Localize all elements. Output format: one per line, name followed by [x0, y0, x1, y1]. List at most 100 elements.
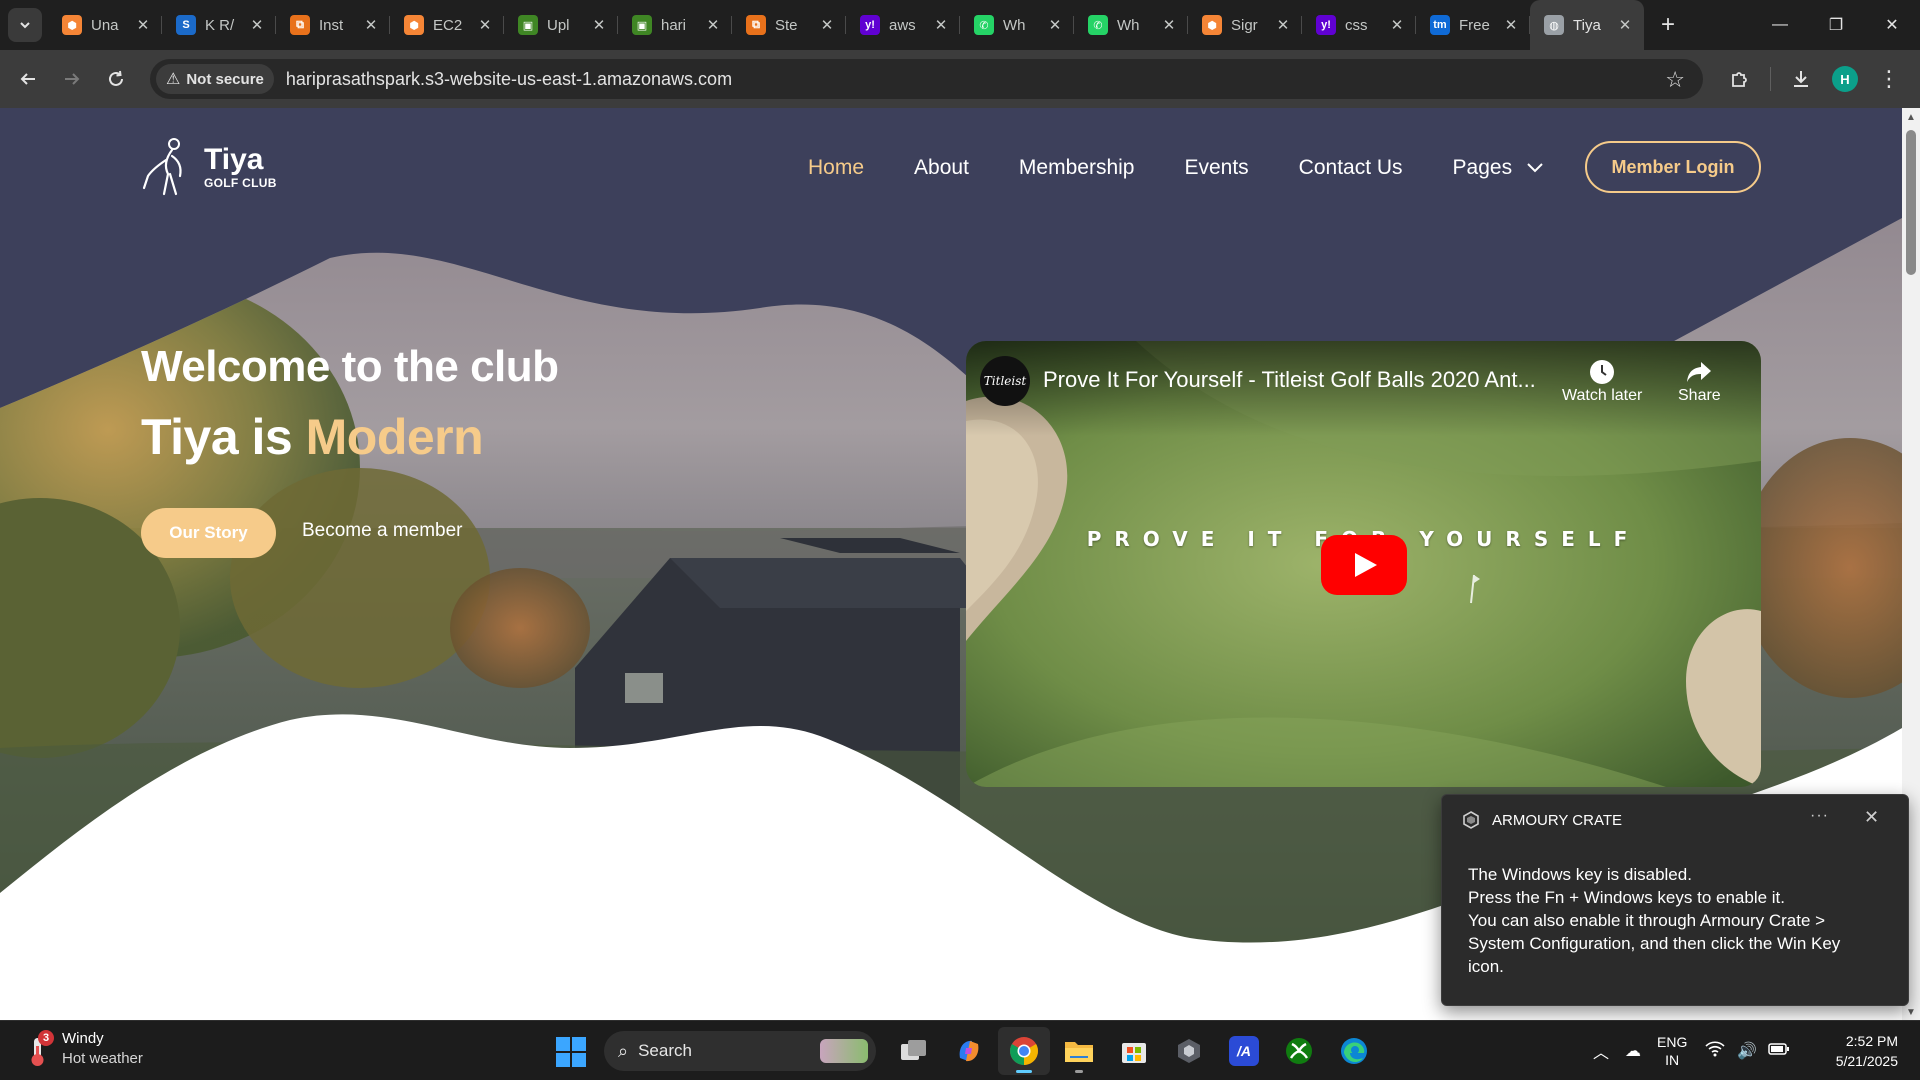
become-member-link[interactable]: Become a member — [302, 520, 463, 542]
armoury-crate-notification[interactable]: ARMOURY CRATE ··· ✕ The Windows key is d… — [1441, 794, 1909, 1006]
puzzle-icon — [1732, 72, 1747, 87]
menu-button[interactable]: ⋮ — [1867, 57, 1911, 101]
close-tab-icon[interactable]: ✕ — [818, 16, 836, 34]
volume-icon[interactable]: 🔊 — [1731, 1041, 1763, 1061]
browser-tab[interactable]: ⬢ EC2 ✕ — [390, 0, 504, 50]
taskbar-task-view[interactable] — [888, 1027, 940, 1075]
close-tab-icon[interactable]: ✕ — [476, 16, 494, 34]
new-tab-button[interactable]: + — [1650, 7, 1686, 43]
browser-tab[interactable]: ⧉ Inst ✕ — [276, 0, 390, 50]
minimize-button[interactable]: — — [1752, 0, 1808, 50]
nav-events[interactable]: Events — [1184, 156, 1248, 180]
taskbar-edge[interactable] — [1328, 1027, 1380, 1075]
close-tab-icon[interactable]: ✕ — [704, 16, 722, 34]
downloads-button[interactable] — [1779, 57, 1823, 101]
aws-cube-icon: ⬢ — [62, 15, 82, 35]
extensions-button[interactable] — [1718, 57, 1762, 101]
close-tab-icon[interactable]: ✕ — [590, 16, 608, 34]
tab-title: Una — [91, 16, 119, 34]
tab-title: Upl — [547, 16, 570, 34]
notification-line: icon. — [1468, 957, 1504, 976]
browser-tab[interactable]: ◍ Tiya ✕ — [1530, 0, 1644, 50]
close-tab-icon[interactable]: ✕ — [1046, 16, 1064, 34]
language-line1: ENG — [1657, 1034, 1688, 1050]
forward-button[interactable] — [50, 57, 94, 101]
close-window-button[interactable]: ✕ — [1864, 0, 1920, 50]
nav-pages[interactable]: Pages — [1453, 156, 1544, 180]
taskbar-clock[interactable]: 2:52 PM 5/21/2025 — [1836, 1031, 1898, 1071]
browser-tab[interactable]: y! aws ✕ — [846, 0, 960, 50]
browser-tab[interactable]: ▣ hari ✕ — [618, 0, 732, 50]
nav-membership[interactable]: Membership — [1019, 156, 1135, 180]
windows-start-icon[interactable] — [556, 1037, 586, 1067]
close-tab-icon[interactable]: ✕ — [1388, 16, 1406, 34]
profile-button[interactable]: H — [1823, 57, 1867, 101]
youtube-video-embed[interactable]: Titleist Prove It For Yourself - Titleis… — [966, 341, 1761, 787]
member-login-button[interactable]: Member Login — [1585, 141, 1761, 193]
video-title[interactable]: Prove It For Yourself - Titleist Golf Ba… — [1043, 367, 1558, 393]
logo-name: Tiya — [204, 143, 264, 176]
tab-title: Inst — [319, 16, 344, 34]
weather-widget[interactable]: 3 Windy Hot weather — [26, 1029, 143, 1069]
battery-icon[interactable] — [1763, 1042, 1795, 1061]
close-tab-icon[interactable]: ✕ — [1616, 16, 1634, 34]
share-button[interactable]: Share — [1678, 357, 1721, 405]
taskbar-search[interactable]: ⌕ Search — [604, 1031, 876, 1071]
cloud-offline-icon[interactable]: ☁ — [1617, 1041, 1649, 1061]
kebab-menu-icon: ⋮ — [1878, 66, 1900, 91]
browser-tab[interactable]: S K R/ ✕ — [162, 0, 276, 50]
close-tab-icon[interactable]: ✕ — [248, 16, 266, 34]
bookmark-star-icon[interactable]: ☆ — [1665, 67, 1685, 93]
taskbar-chrome[interactable] — [998, 1027, 1050, 1075]
hero-subtitle-prefix: Tiya is — [141, 409, 306, 465]
browser-tab[interactable]: y! css ✕ — [1302, 0, 1416, 50]
site-logo[interactable]: Tiya GOLF CLUB — [142, 136, 277, 198]
taskbar-file-explorer[interactable] — [1053, 1027, 1105, 1075]
close-tab-icon[interactable]: ✕ — [932, 16, 950, 34]
scrollbar-thumb[interactable] — [1906, 130, 1916, 275]
our-story-button[interactable]: Our Story — [141, 508, 276, 558]
tab-search-button[interactable] — [8, 8, 42, 42]
site-security-chip[interactable]: ⚠ Not secure — [156, 64, 274, 94]
close-tab-icon[interactable]: ✕ — [134, 16, 152, 34]
notification-more-button[interactable]: ··· — [1810, 807, 1829, 825]
taskbar-xbox[interactable] — [1273, 1027, 1325, 1075]
restore-button[interactable]: ❐ — [1808, 0, 1864, 50]
browser-tab[interactable]: ⧉ Ste ✕ — [732, 0, 846, 50]
wifi-icon[interactable] — [1699, 1040, 1731, 1062]
play-button-icon[interactable] — [1321, 535, 1407, 595]
taskbar-myasus[interactable]: /A — [1218, 1027, 1270, 1075]
close-tab-icon[interactable]: ✕ — [362, 16, 380, 34]
windows-taskbar: 3 Windy Hot weather ⌕ Search /A ︿ ☁ ENG … — [0, 1020, 1920, 1080]
notification-close-button[interactable]: ✕ — [1864, 807, 1879, 828]
folder-icon — [1065, 1042, 1093, 1062]
address-bar[interactable]: ⚠ Not secure hariprasathspark.s3-website… — [150, 59, 1703, 99]
scroll-down-icon[interactable]: ▼ — [1905, 1007, 1917, 1018]
browser-tab[interactable]: tm Free ✕ — [1416, 0, 1530, 50]
s3-bucket-icon: ▣ — [632, 15, 652, 35]
golfer-logo-icon — [142, 138, 182, 196]
browser-tab[interactable]: ✆ Wh ✕ — [1074, 0, 1188, 50]
close-tab-icon[interactable]: ✕ — [1502, 16, 1520, 34]
close-tab-icon[interactable]: ✕ — [1274, 16, 1292, 34]
taskbar-microsoft-store[interactable] — [1108, 1027, 1160, 1075]
url-text[interactable]: hariprasathspark.s3-website-us-east-1.am… — [286, 69, 732, 90]
taskbar-copilot[interactable] — [943, 1027, 995, 1075]
language-indicator[interactable]: ENG IN — [1657, 1033, 1687, 1069]
browser-tab[interactable]: ✆ Wh ✕ — [960, 0, 1074, 50]
browser-tab[interactable]: ⬢ Sigr ✕ — [1188, 0, 1302, 50]
reload-icon — [109, 70, 123, 86]
reload-button[interactable] — [94, 57, 138, 101]
scroll-up-icon[interactable]: ▲ — [1905, 112, 1917, 123]
back-button[interactable] — [6, 57, 50, 101]
show-hidden-icons-chevron-up-icon[interactable]: ︿ — [1585, 1039, 1617, 1063]
browser-tab[interactable]: ▣ Upl ✕ — [504, 0, 618, 50]
watch-later-button[interactable]: Watch later — [1562, 357, 1642, 405]
nav-contact-us[interactable]: Contact Us — [1299, 156, 1403, 180]
browser-tab[interactable]: ⬢ Una ✕ — [48, 0, 162, 50]
nav-about[interactable]: About — [914, 156, 969, 180]
taskbar-armoury-crate[interactable] — [1163, 1027, 1215, 1075]
nav-home[interactable]: Home — [808, 156, 864, 180]
channel-avatar[interactable]: Titleist — [980, 356, 1030, 406]
close-tab-icon[interactable]: ✕ — [1160, 16, 1178, 34]
